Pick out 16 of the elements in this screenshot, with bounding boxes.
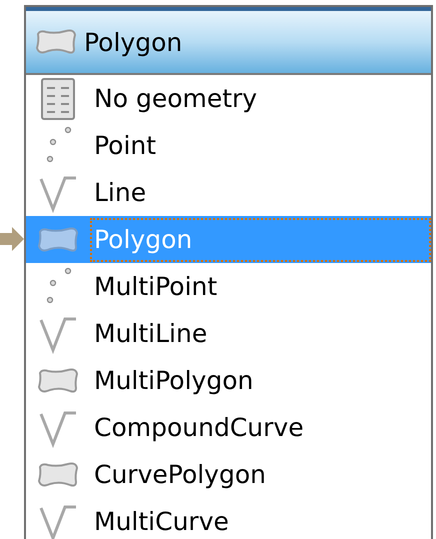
option-label: CompoundCurve: [93, 412, 305, 444]
polygon-icon: [36, 460, 80, 488]
option-label: MultiPoint: [93, 270, 218, 303]
polygon-icon: [36, 366, 80, 394]
table-icon: [38, 76, 78, 120]
option-label: MultiPolygon: [93, 364, 254, 397]
polygon-icon: [36, 226, 80, 254]
option-label: MultiCurve: [93, 506, 230, 538]
option-label: MultiLine: [93, 318, 208, 350]
pointer-arrow-icon: [0, 227, 24, 251]
option-label: CurvePolygon: [93, 458, 267, 491]
geometry-combo[interactable]: Polygon: [26, 7, 431, 75]
option-label: Point: [93, 130, 158, 162]
polygon-icon: [34, 28, 78, 56]
option-label: Line: [93, 176, 148, 209]
option-label: No geometry: [93, 82, 258, 115]
